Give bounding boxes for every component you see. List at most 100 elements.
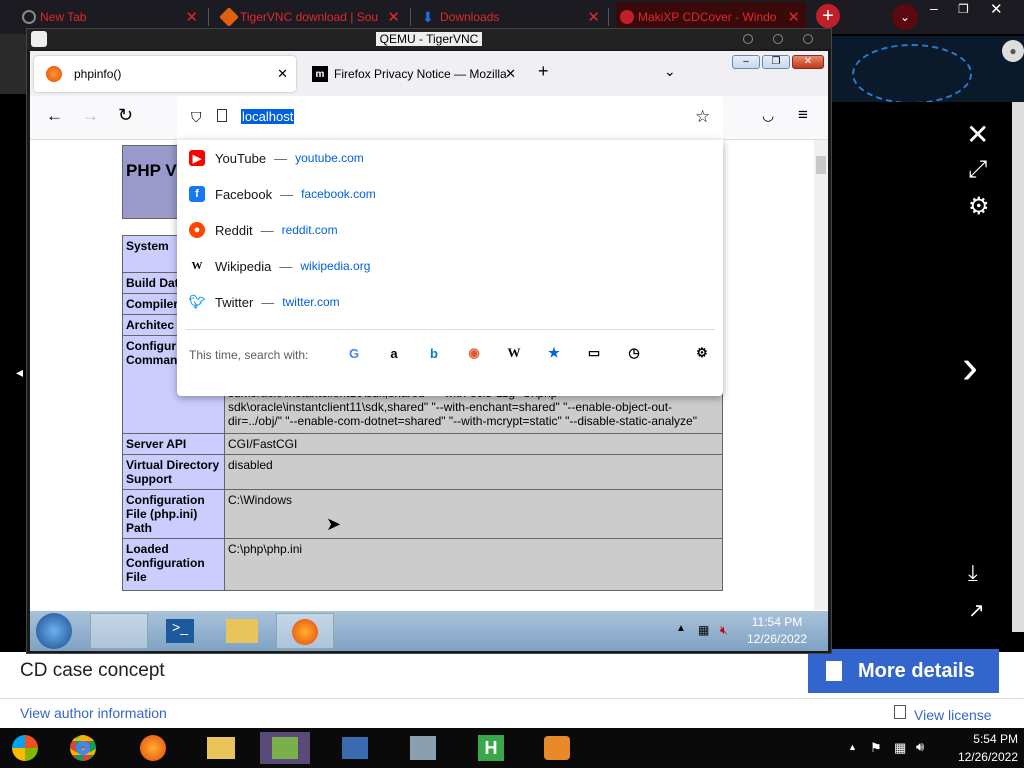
volume-muted-icon[interactable]: 🔇︎ xyxy=(720,623,728,638)
tigervnc-taskbar-icon[interactable] xyxy=(540,732,574,764)
expand-icon[interactable]: ⤢ xyxy=(968,156,987,184)
minimize-icon[interactable]: – xyxy=(930,1,950,16)
scroll-thumb[interactable] xyxy=(816,156,826,174)
suggestion-url: twitter.com xyxy=(282,295,340,309)
image-caption-bar: CD case concept More details xyxy=(0,649,1024,698)
show-hidden-icons[interactable]: ▲ xyxy=(676,623,686,634)
prev-arrow-icon[interactable]: ◂ xyxy=(16,364,23,381)
show-hidden-icons[interactable]: ▲ xyxy=(848,742,857,752)
close-icon[interactable]: ✕ xyxy=(185,8,198,26)
vnc-maximize-icon[interactable] xyxy=(773,34,783,44)
bookmarks-icon[interactable]: ★ xyxy=(545,344,563,362)
suggestion-name: YouTube xyxy=(215,150,267,166)
next-arrow-icon[interactable]: › xyxy=(962,344,978,392)
author-link[interactable]: View author information xyxy=(20,705,167,721)
amazon-icon[interactable]: a xyxy=(385,344,403,362)
firefox-taskbar-icon[interactable] xyxy=(136,732,170,764)
vnc-close-icon[interactable] xyxy=(803,34,813,44)
firefox-tab-bar: phpinfo() ✕ m Firefox Privacy Notice — M… xyxy=(30,51,828,96)
close-icon[interactable]: ✕ xyxy=(387,8,400,26)
share-icon[interactable]: ↗ xyxy=(968,598,985,623)
suggestion-wikipedia[interactable]: W Wikipedia — wikipedia.org xyxy=(189,248,371,284)
close-icon[interactable]: ✕ xyxy=(587,8,600,26)
network-icon[interactable]: ▦ xyxy=(698,623,709,637)
host-scrollbar[interactable] xyxy=(1012,102,1024,632)
new-tab-button[interactable]: + xyxy=(816,4,840,28)
shield-icon[interactable]: ⛉ xyxy=(191,109,202,126)
list-tabs-icon[interactable]: ⌄ xyxy=(664,63,676,80)
divider xyxy=(185,329,715,330)
vertical-scrollbar[interactable] xyxy=(814,140,828,610)
close-icon[interactable]: ✕ xyxy=(966,118,989,151)
chrome-taskbar-icon[interactable] xyxy=(66,732,100,764)
close-tab-icon[interactable]: ✕ xyxy=(277,66,288,82)
reload-icon[interactable]: ↻ xyxy=(118,105,133,126)
remote-desktop-icon[interactable] xyxy=(338,732,372,764)
suggestion-youtube[interactable]: ▶ YouTube — youtube.com xyxy=(189,140,364,176)
search-settings-gear-icon[interactable]: ⚙ xyxy=(693,344,711,362)
suggestion-url: reddit.com xyxy=(281,223,338,237)
guest-close-button[interactable]: ✕ xyxy=(792,55,824,69)
url-input[interactable]: localhost xyxy=(241,109,295,124)
host-clock-date[interactable]: 12/26/2022 xyxy=(942,750,1018,764)
forward-arrow-icon[interactable]: → xyxy=(82,106,99,126)
pocket-icon[interactable]: ◡ xyxy=(762,107,774,124)
wikipedia-search-icon[interactable]: W xyxy=(505,344,523,362)
bookmark-star-icon[interactable]: ☆ xyxy=(695,107,710,127)
guest-restore-button[interactable]: ❐ xyxy=(762,55,790,69)
suggestion-name: Twitter xyxy=(215,294,254,310)
guest-clock-time[interactable]: 11:54 PM xyxy=(744,615,810,629)
restore-icon[interactable]: ❐ xyxy=(958,2,978,16)
settings-gear-icon[interactable]: ⚙ xyxy=(968,192,990,221)
taskbar-powershell-icon[interactable]: >_ xyxy=(166,619,194,643)
page-icon xyxy=(217,109,227,122)
duckduckgo-icon[interactable]: ◉ xyxy=(465,344,483,362)
start-button[interactable] xyxy=(36,613,72,649)
site-icon xyxy=(620,10,634,24)
host-tab-label: MakiXP CDCover - Windo xyxy=(638,10,777,24)
start-menu-icon[interactable] xyxy=(8,732,42,764)
guest-clock-date[interactable]: 12/26/2022 xyxy=(744,632,810,646)
back-arrow-icon[interactable]: ← xyxy=(46,106,63,126)
suggestion-name: Reddit xyxy=(215,222,253,238)
star-decoration xyxy=(852,44,972,102)
url-bar[interactable]: ⛉ localhost ☆ xyxy=(177,96,723,140)
tab-phpinfo[interactable]: phpinfo() ✕ xyxy=(34,56,296,92)
suggestion-twitter[interactable]: 🐦︎ Twitter — twitter.com xyxy=(189,284,340,320)
close-window-icon[interactable]: ✕ xyxy=(990,0,1014,18)
more-details-button[interactable]: More details xyxy=(808,649,999,693)
h-app-icon[interactable]: H xyxy=(474,732,508,764)
menu-icon[interactable]: ≡ xyxy=(798,105,808,125)
history-icon[interactable]: ◷ xyxy=(625,344,643,362)
suggestion-facebook[interactable]: f Facebook — facebook.com xyxy=(189,176,376,212)
author-bar: View author information View license xyxy=(0,698,1024,728)
vnc-minimize-icon[interactable] xyxy=(743,34,753,44)
download-icon: ⬇ xyxy=(422,9,434,25)
tab-privacy-notice[interactable]: m Firefox Privacy Notice — Mozilla ✕ xyxy=(310,56,516,92)
license-link[interactable]: View license xyxy=(914,707,992,723)
google-icon[interactable]: G xyxy=(345,344,363,362)
network-app-icon[interactable] xyxy=(260,732,310,764)
taskbar-server-manager-icon[interactable] xyxy=(90,613,148,649)
profile-icon[interactable]: ● xyxy=(1002,40,1024,62)
installer-icon[interactable] xyxy=(406,732,440,764)
tabs-icon[interactable]: ▭ xyxy=(585,344,603,362)
download-icon[interactable]: ⤓ xyxy=(968,560,978,586)
volume-icon[interactable]: 🔊︎ xyxy=(916,739,924,755)
network-icon[interactable]: ▦ xyxy=(894,740,906,756)
flag-icon[interactable]: ⚑ xyxy=(870,740,882,756)
taskbar-firefox-button[interactable] xyxy=(276,613,334,649)
tab-search-icon[interactable]: ⌄ xyxy=(892,4,918,30)
file-explorer-icon[interactable] xyxy=(204,732,238,764)
suggestion-reddit[interactable]: ● Reddit — reddit.com xyxy=(189,212,338,248)
host-clock-time[interactable]: 5:54 PM xyxy=(942,732,1018,746)
bing-icon[interactable]: b xyxy=(425,344,443,362)
taskbar-explorer-icon[interactable] xyxy=(226,619,258,643)
youtube-icon: ▶ xyxy=(189,150,205,166)
new-tab-icon[interactable]: + xyxy=(538,61,549,82)
close-tab-icon[interactable]: ✕ xyxy=(505,66,516,82)
guest-minimize-button[interactable]: – xyxy=(732,55,760,69)
wikipedia-icon: W xyxy=(191,260,203,272)
close-icon[interactable]: ✕ xyxy=(787,8,800,26)
host-tab-label: New Tab xyxy=(40,10,87,24)
